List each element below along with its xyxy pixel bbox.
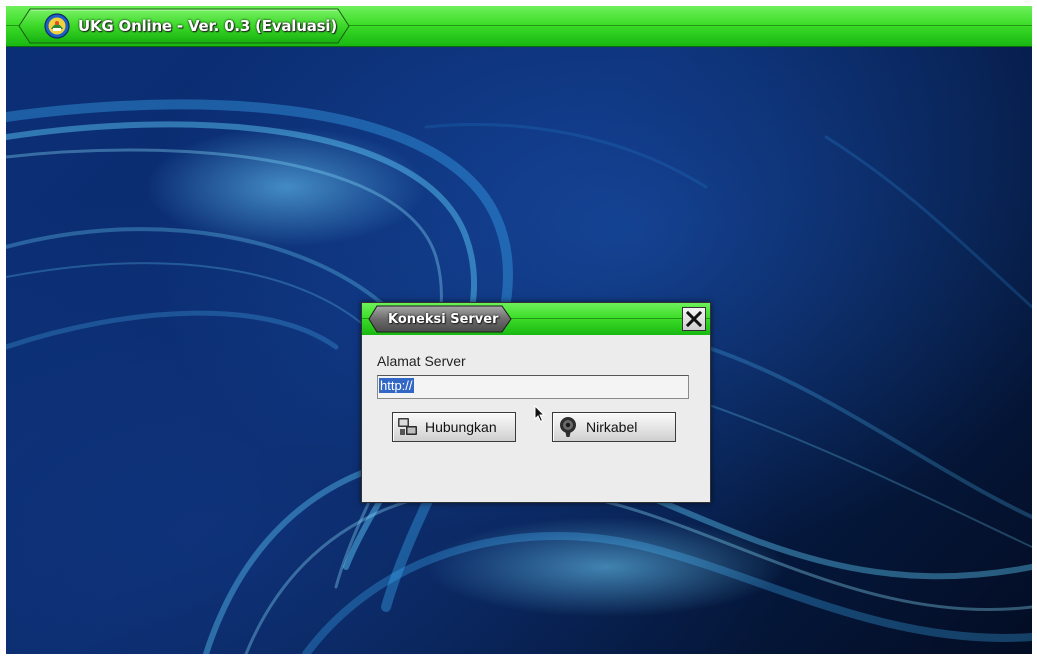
server-address-input[interactable]: http:// bbox=[377, 375, 689, 399]
emblem-logo-icon bbox=[44, 13, 70, 39]
dialog-title-tab: Koneksi Server bbox=[368, 305, 512, 333]
server-connection-dialog: Koneksi Server Alamat Server http:// Hub… bbox=[361, 302, 711, 503]
dialog-titlebar: Koneksi Server bbox=[362, 303, 710, 335]
network-computers-icon bbox=[398, 418, 417, 435]
mouse-pointer-icon bbox=[534, 405, 546, 423]
wireless-button-label: Nirkabel bbox=[586, 419, 638, 435]
app-titlebar: UKG Online - Ver. 0.3 (Evaluasi) bbox=[6, 6, 1032, 47]
app-window: UKG Online - Ver. 0.3 (Evaluasi) Koneksi… bbox=[6, 6, 1032, 654]
app-title: UKG Online - Ver. 0.3 (Evaluasi) bbox=[78, 17, 337, 35]
connect-button[interactable]: Hubungkan bbox=[392, 412, 516, 442]
wireless-button[interactable]: Nirkabel bbox=[552, 412, 676, 442]
wireless-antenna-icon bbox=[560, 417, 576, 437]
server-address-value: http:// bbox=[379, 378, 414, 393]
close-x-icon bbox=[685, 310, 703, 328]
connect-button-label: Hubungkan bbox=[425, 419, 497, 435]
dialog-close-button[interactable] bbox=[682, 307, 706, 331]
dialog-title: Koneksi Server bbox=[388, 312, 499, 327]
server-address-label: Alamat Server bbox=[377, 353, 466, 369]
app-title-tab: UKG Online - Ver. 0.3 (Evaluasi) bbox=[16, 8, 350, 44]
